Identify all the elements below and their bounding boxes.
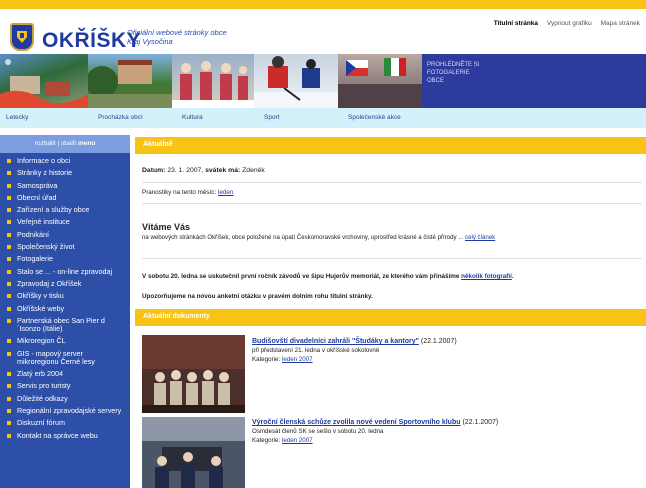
promo-line3: obce bbox=[427, 78, 445, 84]
banner-photo-aerial[interactable] bbox=[0, 54, 88, 108]
notice1-link[interactable]: několik fotografií bbox=[461, 273, 512, 280]
doc2-desc: Osmdesát členů SK se sešlo v sobotu 20. … bbox=[252, 428, 384, 435]
date-label: Datum: bbox=[142, 167, 166, 174]
sidebar-header-toggle[interactable]: rozbalit | sbalit bbox=[35, 140, 76, 147]
welcome-link[interactable]: celý článek bbox=[465, 234, 495, 241]
notice2-text: Upozorňujeme na novou anketní otázku v p… bbox=[142, 293, 373, 300]
doc1-photo[interactable] bbox=[142, 335, 245, 413]
site-subtitle-line1: Oficiální webové stránky obce bbox=[127, 28, 227, 37]
doc2-category-label: Kategorie: bbox=[252, 437, 281, 444]
coat-of-arms-icon[interactable] bbox=[10, 23, 34, 51]
sidebar-item[interactable]: Diskuzní fórum bbox=[0, 419, 130, 427]
sidebar-item[interactable]: Samospráva bbox=[0, 181, 130, 190]
doc1-desc: při představení 21. ledna v okříšské sok… bbox=[252, 347, 380, 354]
section-aktualne-title: Aktuálně bbox=[135, 137, 646, 154]
nameday-value: Zdeněk bbox=[242, 167, 265, 174]
toplink-disable-graphics[interactable]: Vypnout grafiku bbox=[547, 20, 592, 27]
banner-photo-social[interactable] bbox=[338, 54, 422, 108]
sidebar-item[interactable]: Zlatý erb 2004 bbox=[0, 369, 130, 378]
nav-spolecenske-akce[interactable]: Společenské akce bbox=[348, 114, 401, 121]
sidebar-item[interactable]: Informace o obci bbox=[0, 156, 130, 165]
sidebar-item[interactable]: Zpravodaj z Okříšek bbox=[0, 279, 130, 288]
welcome-title: Vítáme Vás bbox=[142, 222, 191, 232]
page: OKŘÍŠKY Oficiální webové stránky obce Kr… bbox=[0, 0, 646, 488]
toplink-sitemap[interactable]: Mapa stránek bbox=[601, 20, 640, 27]
sidebar-menu: Informace o obci Stránky z historie Samo… bbox=[0, 153, 130, 440]
gallery-promo[interactable]: Prohlédněte si fotogalerie obce bbox=[422, 54, 646, 108]
welcome-text-line: na webových stránkách Okříšek, obce polo… bbox=[142, 234, 495, 241]
doc1-category-line: Kategorie: leden 2007 bbox=[252, 356, 313, 363]
sidebar-header[interactable]: rozbalit | sbalit menu bbox=[0, 135, 130, 153]
nav-sport[interactable]: Sport bbox=[264, 114, 280, 121]
sidebar-item[interactable]: Kontakt na správce webu bbox=[0, 431, 130, 440]
doc2-category-link[interactable]: leden 2007 bbox=[282, 437, 313, 444]
promo-line2: fotogalerie bbox=[427, 70, 470, 76]
sidebar-item[interactable]: Mikroregion ČL bbox=[0, 337, 130, 345]
sidebar-item[interactable]: Servis pro turisty bbox=[0, 382, 130, 390]
pranostiky-text: Pranostiky na tento měsíc: bbox=[142, 189, 217, 196]
sidebar-header-menu: menu bbox=[77, 140, 96, 147]
sidebar-item[interactable]: Podnikání bbox=[0, 230, 130, 239]
pranostiky-link[interactable]: leden bbox=[218, 189, 233, 196]
divider bbox=[142, 182, 642, 183]
welcome-text: na webových stránkách Okříšek, obce polo… bbox=[142, 234, 464, 241]
sidebar-item[interactable]: Stránky z historie bbox=[0, 169, 130, 177]
sidebar-item[interactable]: Veřejné instituce bbox=[0, 218, 130, 226]
sidebar-item[interactable]: Stalo se ... - on-line zpravodaj bbox=[0, 267, 130, 276]
doc2-title-link[interactable]: Výroční členská schůze zvolila nové vede… bbox=[252, 419, 461, 426]
nameday-label: svátek má: bbox=[205, 167, 241, 174]
doc1-category-label: Kategorie: bbox=[252, 356, 281, 363]
nav-letecky[interactable]: Letecky bbox=[6, 114, 28, 121]
doc1-date: (22.1.2007) bbox=[420, 338, 457, 345]
sidebar-item[interactable]: Zařízení a služby obce bbox=[0, 205, 130, 214]
banner-photo-village[interactable] bbox=[88, 54, 172, 108]
banner-photo-sport[interactable] bbox=[254, 54, 338, 108]
site-subtitle-line2: Kraj Vysočina bbox=[127, 37, 173, 46]
nav-kultura[interactable]: Kultura bbox=[182, 114, 203, 121]
date-line: Datum: 23. 1. 2007, svátek má: Zdeněk bbox=[142, 167, 265, 174]
sidebar-item[interactable]: Obecní úřad bbox=[0, 193, 130, 202]
doc2-category-line: Kategorie: leden 2007 bbox=[252, 437, 313, 444]
main-content: Aktuálně Datum: 23. 1. 2007, svátek má: … bbox=[135, 135, 646, 488]
notice1-end: . bbox=[511, 273, 514, 280]
sidebar: rozbalit | sbalit menu Informace o obci … bbox=[0, 135, 130, 488]
doc1-title-link[interactable]: Budišovští divadelníci zahráli "Študáky … bbox=[252, 338, 419, 345]
site-subtitle: Oficiální webové stránky obce Kraj Vysoč… bbox=[127, 28, 227, 46]
sidebar-item[interactable]: Partnerská obec San Pier d´Isonzo (Itáli… bbox=[0, 316, 130, 333]
top-bar bbox=[0, 0, 646, 9]
toplink-home[interactable]: Titulní stránka bbox=[494, 20, 538, 27]
divider bbox=[142, 203, 642, 204]
notice1-line: V sobotu 20. ledna se uskutečnil první r… bbox=[142, 273, 514, 280]
nav-prochazka[interactable]: Procházka obcí bbox=[98, 114, 143, 121]
promo-line1: Prohlédněte si bbox=[427, 62, 480, 68]
sidebar-item[interactable]: Okříšky v tisku bbox=[0, 292, 130, 300]
banner-photo-culture[interactable] bbox=[172, 54, 254, 108]
header: OKŘÍŠKY Oficiální webové stránky obce Kr… bbox=[0, 9, 646, 54]
pranostiky-line: Pranostiky na tento měsíc: leden bbox=[142, 189, 233, 196]
notice1-text: V sobotu 20. ledna se uskutečnil první r… bbox=[142, 273, 460, 280]
sidebar-item[interactable]: Regionální zpravodajské servery bbox=[0, 406, 130, 415]
photo-nav: Letecky Procházka obcí Kultura Sport Spo… bbox=[0, 108, 646, 128]
sidebar-item[interactable]: Okříšské weby bbox=[0, 304, 130, 313]
date-value: 23. 1. 2007, bbox=[167, 167, 204, 174]
top-links: Titulní stránka Vypnout grafiku Mapa str… bbox=[487, 20, 640, 27]
doc2-photo[interactable] bbox=[142, 417, 245, 488]
doc1-title-line: Budišovští divadelníci zahráli "Študáky … bbox=[252, 338, 457, 345]
doc2-date: (22.1.2007) bbox=[462, 419, 499, 426]
sidebar-item[interactable]: Důležité odkazy bbox=[0, 394, 130, 403]
doc1-category-link[interactable]: leden 2007 bbox=[282, 356, 313, 363]
sidebar-item[interactable]: Fotogalerie bbox=[0, 255, 130, 263]
sidebar-item[interactable]: Společenský život bbox=[0, 242, 130, 251]
section-docs-title: Aktuální dokumenty bbox=[135, 309, 646, 326]
banner: Prohlédněte si fotogalerie obce bbox=[0, 54, 646, 108]
divider bbox=[142, 258, 642, 259]
sidebar-item[interactable]: GIS - mapový server mikroregionu Černé l… bbox=[0, 349, 130, 366]
doc2-title-line: Výroční členská schůze zvolila nové vede… bbox=[252, 419, 498, 426]
